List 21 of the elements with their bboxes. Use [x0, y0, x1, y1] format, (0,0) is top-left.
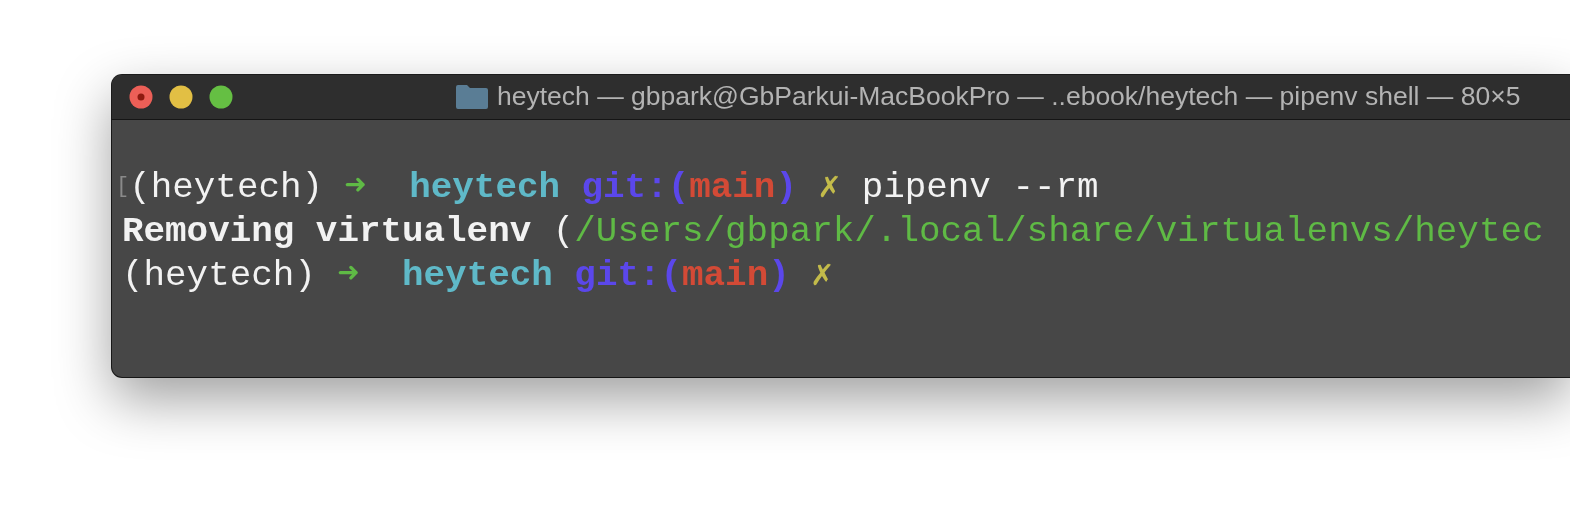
git-label: )	[768, 255, 790, 296]
git-label: git:(	[574, 255, 683, 296]
folder-icon	[456, 85, 488, 109]
prompt-text: (heytech)	[129, 167, 324, 208]
path-text: /Users/gbpark/.local/share/virtualenvs/heytec	[574, 211, 1544, 252]
directory-name: heytech	[402, 255, 553, 296]
branch-name: main	[689, 167, 776, 208]
window-title: heytech — gbpark@GbParkui-MacBookPro — ..ebook/heytech — pipenv shell — 80×5	[497, 80, 1521, 114]
command-text: pipenv --rm	[861, 167, 1099, 208]
prompt-text: (	[552, 211, 575, 252]
dirty-mark: ✗	[811, 255, 833, 296]
prompt-text: (heytech)	[122, 255, 316, 296]
git-label: )	[775, 167, 797, 208]
branch-name: main	[682, 255, 769, 296]
prompt-arrow: ➜	[337, 255, 359, 296]
output-text: Removing virtualenv	[122, 211, 532, 252]
cursor-marker: [	[116, 174, 130, 200]
prompt-arrow: ➜	[344, 167, 367, 208]
directory-name: heytech	[409, 167, 560, 208]
git-label: git:(	[581, 167, 690, 208]
dirty-mark: ✗	[818, 167, 841, 208]
